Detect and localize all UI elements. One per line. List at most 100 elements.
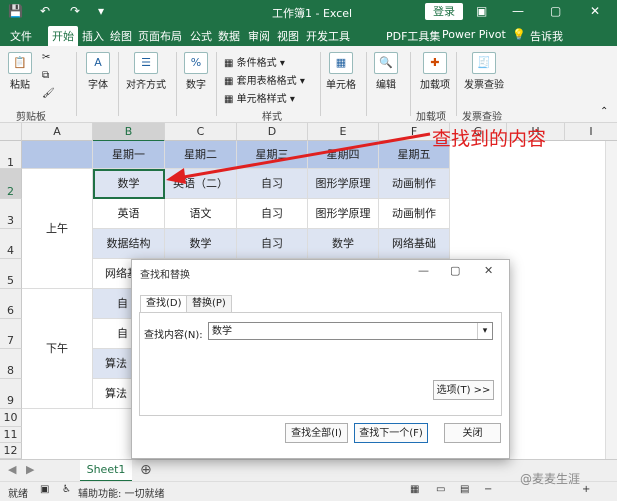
invoice-group-label: 发票查验 — [462, 112, 502, 123]
tab-developer[interactable]: 开发工具 — [306, 28, 350, 44]
undo-icon[interactable]: ↶ — [40, 4, 50, 18]
copy-icon[interactable]: ⧉ — [42, 70, 49, 81]
redo-icon[interactable]: ↷ — [70, 4, 80, 18]
editing-button[interactable]: 🔍 编辑 — [374, 52, 398, 91]
dialog-minimize-icon[interactable]: — — [418, 264, 429, 277]
cell[interactable]: 语文 — [165, 199, 237, 229]
tell-me-search[interactable]: 告诉我 — [530, 28, 563, 44]
dialog-close-icon[interactable]: ✕ — [484, 264, 493, 277]
cell[interactable]: 星期一 — [93, 141, 165, 169]
alignment-button[interactable]: ☰ 对齐方式 — [126, 52, 166, 91]
row-header[interactable]: 6 — [0, 289, 22, 319]
row-header[interactable]: 5 — [0, 259, 22, 289]
tab-replace[interactable]: 替换(P) — [186, 295, 232, 312]
row-header[interactable]: 3 — [0, 199, 22, 229]
row-header[interactable]: 2 — [0, 169, 22, 199]
cell[interactable]: 网络基础 — [379, 229, 450, 259]
row-header[interactable]: 11 — [0, 427, 22, 443]
alignment-label: 对齐方式 — [126, 80, 166, 91]
find-what-input[interactable]: 数学 ▾ — [208, 322, 493, 340]
find-all-button[interactable]: 查找全部(I) — [285, 423, 348, 443]
close-window-icon[interactable]: ✕ — [590, 4, 600, 18]
cut-icon[interactable]: ✂ — [42, 52, 50, 63]
conditional-format-button[interactable]: ▦ 条件格式 ▾ — [224, 54, 285, 69]
divider — [320, 52, 321, 116]
minimize-icon[interactable]: — — [512, 4, 524, 18]
login-button[interactable]: 登录 — [425, 3, 463, 20]
table-format-button[interactable]: ▦ 套用表格格式 ▾ — [224, 72, 305, 87]
cells-button[interactable]: ▦ 单元格 — [326, 52, 356, 91]
addin-button[interactable]: ✚ 加载项 — [420, 52, 450, 91]
sheet-tab[interactable]: Sheet1 — [80, 460, 132, 482]
font-label: 字体 — [88, 80, 108, 91]
invoice-check-button[interactable]: 🧾 发票查验 — [464, 52, 504, 91]
add-sheet-icon[interactable]: ⊕ — [140, 462, 152, 478]
cell-style-button[interactable]: ▦ 单元格样式 ▾ — [224, 90, 295, 105]
options-button[interactable]: 选项(T) >> — [433, 380, 494, 400]
vertical-scrollbar[interactable] — [605, 141, 617, 459]
zoom-out-icon[interactable]: − — [484, 484, 492, 495]
cell[interactable]: 数据结构 — [93, 229, 165, 259]
find-next-button[interactable]: 查找下一个(F) — [354, 423, 428, 443]
next-sheet-icon[interactable]: ▶ — [26, 463, 34, 476]
cell[interactable]: 英语 — [93, 199, 165, 229]
tab-home[interactable]: 开始 — [48, 26, 78, 46]
font-button[interactable]: A 字体 — [86, 52, 110, 91]
lightbulb-icon[interactable]: 💡 — [512, 28, 526, 41]
maximize-icon[interactable]: ▢ — [550, 4, 561, 18]
cell[interactable]: 数学 — [165, 229, 237, 259]
watermark: @麦麦生涯 — [520, 472, 581, 486]
column-header[interactable]: I — [565, 123, 617, 141]
tab-insert[interactable]: 插入 — [82, 28, 104, 44]
cell[interactable] — [22, 141, 93, 169]
close-button[interactable]: 关闭 — [444, 423, 501, 443]
divider — [456, 52, 457, 116]
tab-find[interactable]: 查找(D) — [140, 295, 188, 313]
number-button[interactable]: % 数字 — [184, 52, 208, 91]
zoom-in-icon[interactable]: + — [582, 484, 590, 495]
row-header[interactable]: 10 — [0, 409, 22, 427]
cell[interactable]: 动画制作 — [379, 199, 450, 229]
row-header[interactable]: 7 — [0, 319, 22, 349]
tab-view[interactable]: 视图 — [277, 28, 299, 44]
tab-data[interactable]: 数据 — [218, 28, 240, 44]
row-header[interactable]: 9 — [0, 379, 22, 409]
collapse-ribbon-icon[interactable]: ⌃ — [600, 106, 608, 117]
page-layout-view-icon[interactable]: ▭ — [436, 484, 445, 495]
accessibility-status[interactable]: 辅助功能: 一切就绪 — [78, 485, 165, 500]
active-cell[interactable]: 数学 — [93, 169, 165, 199]
tab-power-pivot[interactable]: Power Pivot — [442, 28, 506, 41]
tab-draw[interactable]: 绘图 — [110, 28, 132, 44]
tab-formulas[interactable]: 公式 — [190, 28, 212, 44]
macro-record-icon[interactable]: ▣ — [40, 484, 49, 495]
chevron-down-icon[interactable]: ▾ — [477, 323, 492, 339]
cell[interactable]: 自习 — [237, 199, 308, 229]
format-painter-icon[interactable]: 🖌 — [42, 88, 55, 99]
dialog-maximize-icon[interactable]: ▢ — [450, 264, 460, 277]
cell[interactable]: 自习 — [237, 229, 308, 259]
normal-view-icon[interactable]: ▦ — [410, 484, 419, 495]
paste-button[interactable]: 📋 粘贴 — [8, 52, 32, 91]
cell[interactable]: 图形学原理 — [308, 199, 379, 229]
page-break-view-icon[interactable]: ▤ — [460, 484, 469, 495]
customize-quick-access-icon[interactable]: ▾ — [98, 4, 104, 18]
tab-review[interactable]: 审阅 — [248, 28, 270, 44]
cell-morning[interactable]: 上午 — [22, 169, 93, 289]
row-header[interactable]: 1 — [0, 141, 22, 169]
column-header[interactable]: B — [93, 123, 165, 142]
row-header[interactable]: 8 — [0, 349, 22, 379]
tab-pdf-tools[interactable]: PDF工具集 — [386, 28, 440, 44]
ribbon-display-icon[interactable]: ▣ — [476, 4, 487, 18]
column-header[interactable]: A — [22, 123, 93, 141]
select-all-corner[interactable] — [0, 123, 22, 141]
save-icon[interactable]: 💾 — [8, 4, 23, 18]
row-header[interactable]: 4 — [0, 229, 22, 259]
prev-sheet-icon[interactable]: ◀ — [8, 463, 16, 476]
cell[interactable]: 数学 — [308, 229, 379, 259]
cell-afternoon[interactable]: 下午 — [22, 289, 93, 409]
tab-page-layout[interactable]: 页面布局 — [138, 28, 182, 44]
tab-file[interactable]: 文件 — [10, 28, 32, 44]
row-header[interactable]: 12 — [0, 443, 22, 459]
accessibility-icon[interactable]: ♿ — [62, 484, 71, 495]
cell-style-label: 单元格样式 — [236, 94, 287, 105]
